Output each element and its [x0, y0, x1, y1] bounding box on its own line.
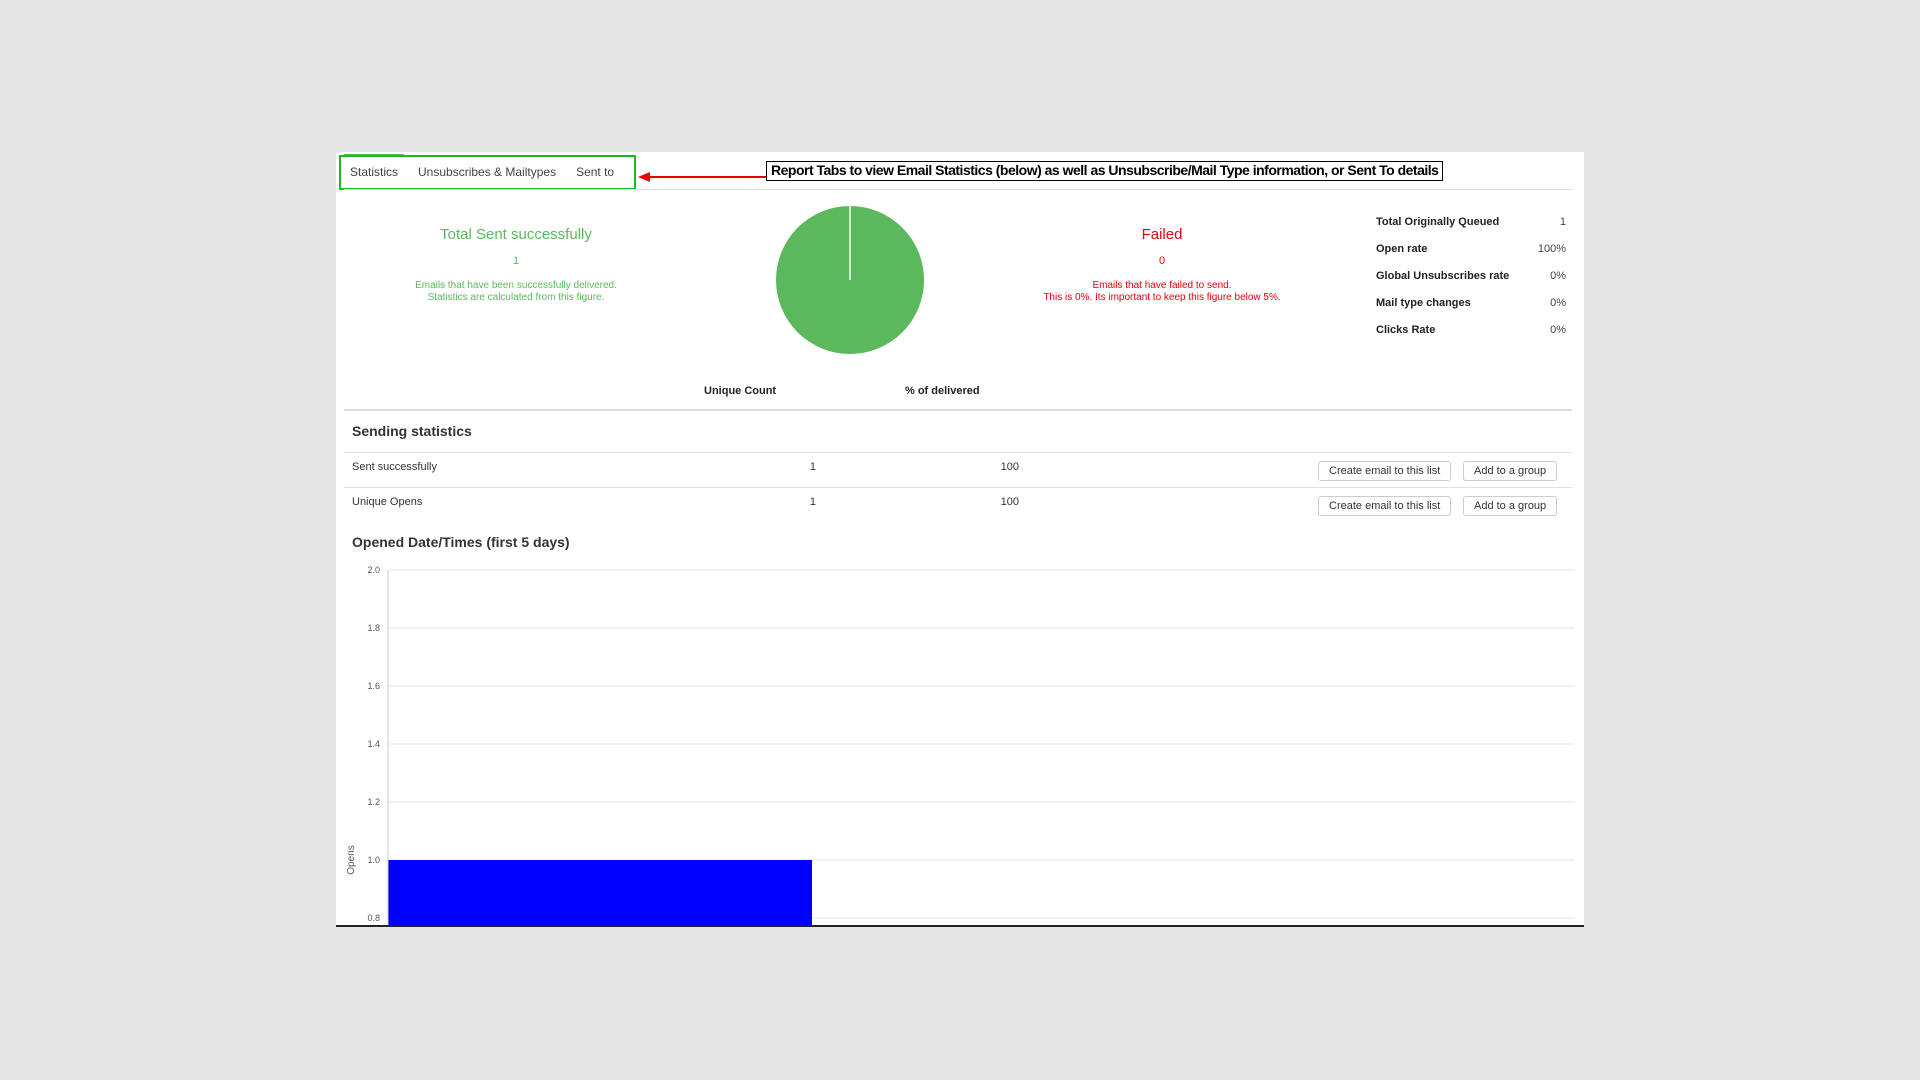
chart-y-tick-label: 1.2	[367, 797, 380, 807]
chart-bars	[388, 860, 812, 927]
chart-bar	[388, 860, 812, 927]
chart-y-tick-label: 2.0	[367, 565, 380, 575]
chart-y-tick-label: 1.4	[367, 739, 380, 749]
chart-y-tick-label: 1.0	[367, 855, 380, 865]
chart-y-tick-label: 1.6	[367, 681, 380, 691]
report-panel: Statistics Unsubscribes & Mailtypes Sent…	[336, 152, 1584, 927]
opens-bar-chart: 2.0 1.8 1.6 1.4 1.2 1.0 0.8 Opens	[346, 565, 1574, 927]
chart-y-tick-label: 0.8	[367, 913, 380, 923]
chart-y-axis-label: Opens	[346, 845, 357, 874]
chart-y-tick-labels: 2.0 1.8 1.6 1.4 1.2 1.0 0.8	[367, 565, 380, 923]
panel-bottom-border	[336, 925, 1584, 927]
chart-y-tick-label: 1.8	[367, 623, 380, 633]
